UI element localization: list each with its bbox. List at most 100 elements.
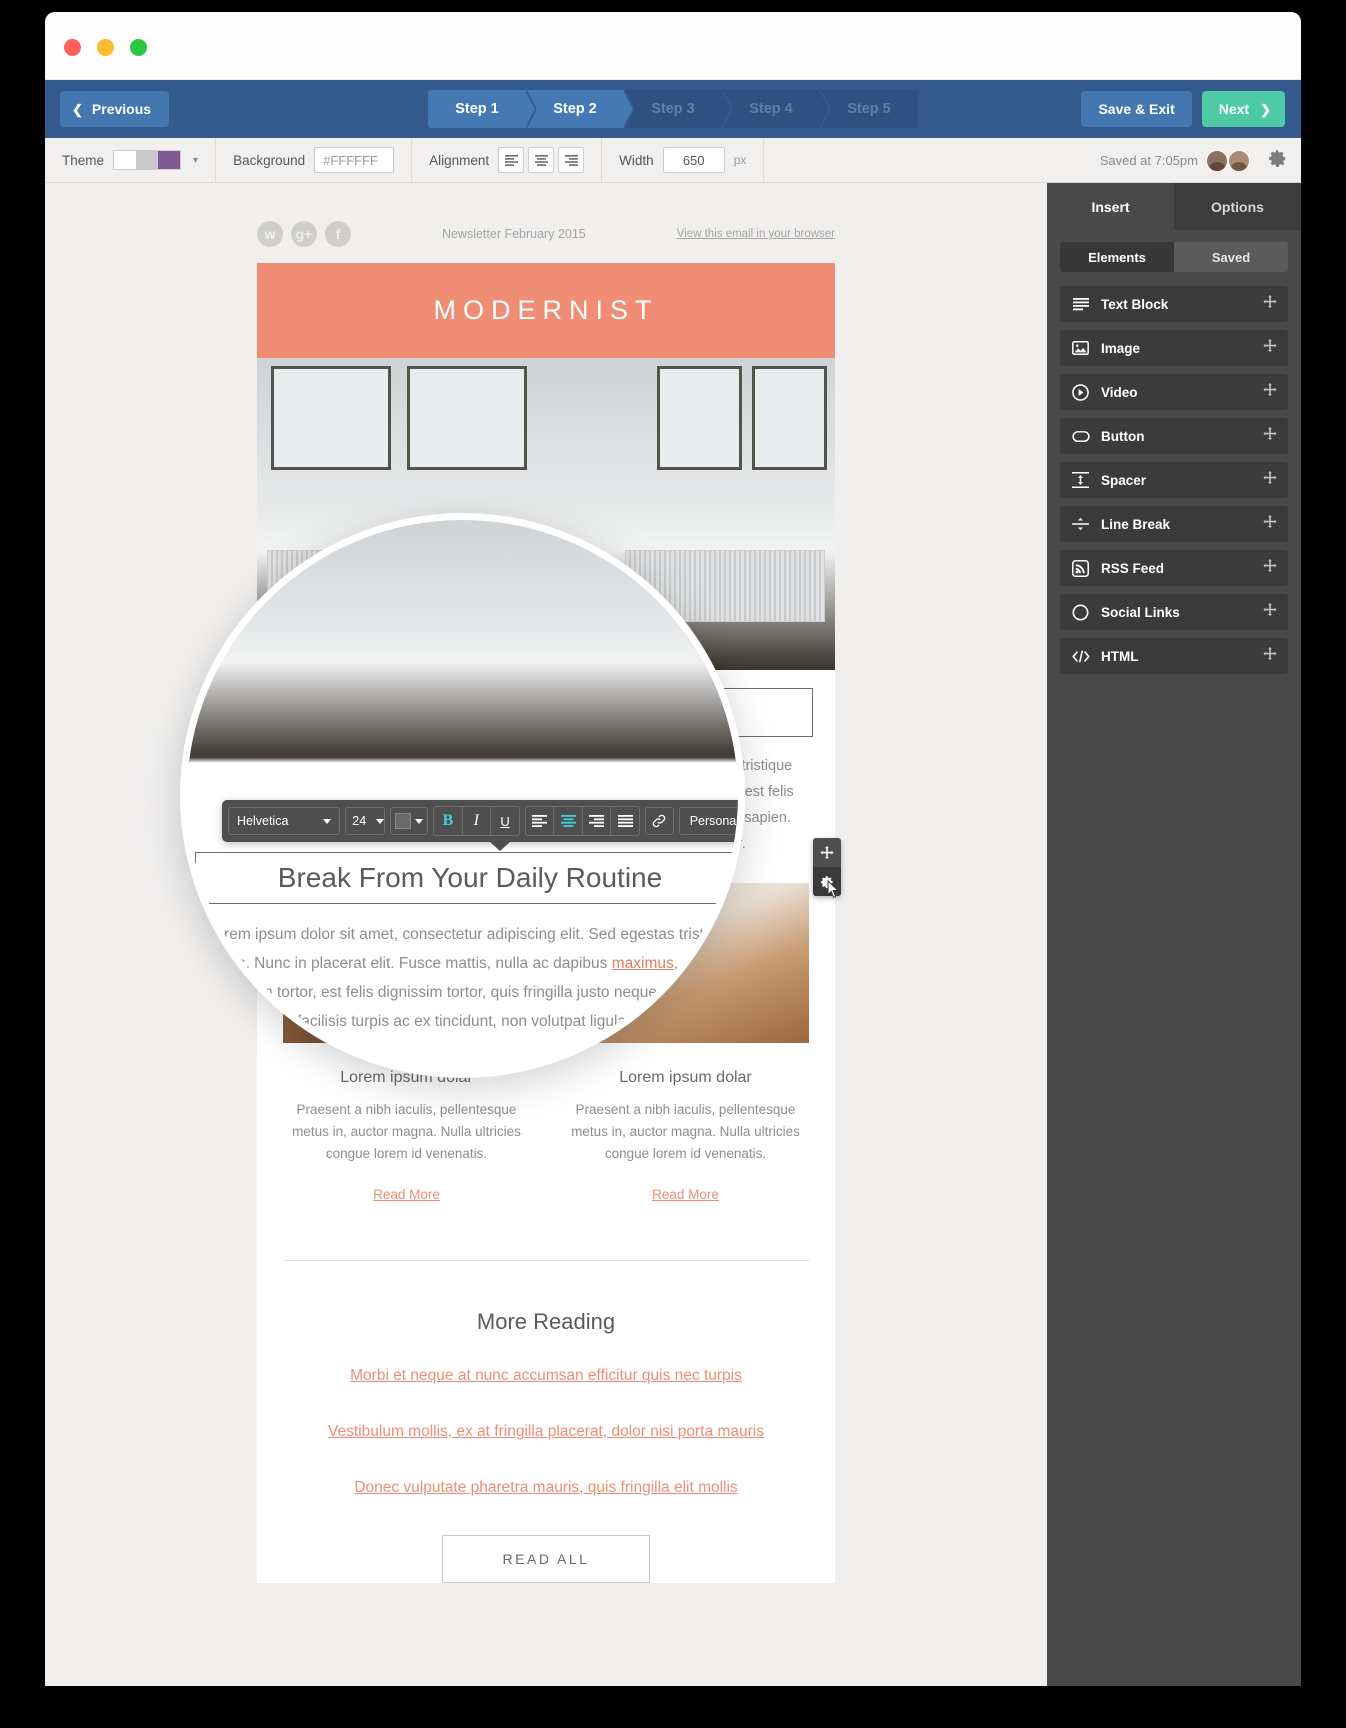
move-handle-icon[interactable] <box>1263 602 1277 622</box>
hero-radiator <box>625 550 825 622</box>
align-center-icon[interactable] <box>528 147 555 173</box>
element-button[interactable]: Button <box>1060 418 1288 454</box>
close-window-button[interactable] <box>64 39 81 56</box>
read-all-button[interactable]: READ ALL <box>442 1535 650 1583</box>
element-rss-feed[interactable]: RSS Feed <box>1060 550 1288 586</box>
save-and-exit-button[interactable]: Save & Exit <box>1081 91 1192 127</box>
element-video[interactable]: Video <box>1060 374 1288 410</box>
wizard-step-5[interactable]: Step 5 <box>820 90 918 128</box>
email-brand-bar[interactable]: MODERNIST <box>257 263 835 358</box>
saved-status: Saved at 7:05pm <box>1099 153 1198 168</box>
column-1-read-more-link[interactable]: Read More <box>283 1187 530 1202</box>
avatar[interactable] <box>1206 149 1228 172</box>
more-reading-link-2[interactable]: Vestibulum mollis, ex at fringilla place… <box>257 1423 835 1441</box>
segment-saved[interactable]: Saved <box>1174 242 1288 272</box>
width-label: Width <box>619 152 654 168</box>
align-left-icon[interactable] <box>498 147 525 173</box>
width-input[interactable]: 650 <box>662 147 725 173</box>
google-plus-icon[interactable]: g+ <box>291 221 317 247</box>
email-preview: w g+ f Newsletter February 2015 View thi… <box>45 183 1047 1583</box>
alignment-label: Alignment <box>429 152 490 168</box>
move-handle-icon[interactable] <box>1263 558 1277 578</box>
minimize-window-button[interactable] <box>97 39 114 56</box>
move-handle-icon[interactable] <box>1263 646 1277 666</box>
wizard-step-1[interactable]: Step 1 <box>428 90 536 128</box>
theme-swatch-2[interactable] <box>136 151 159 169</box>
alignment-buttons <box>498 147 585 173</box>
element-spacer[interactable]: Spacer <box>1060 462 1288 498</box>
chevron-down-icon[interactable]: ▾ <box>193 155 198 166</box>
theme-group: Theme ▾ <box>45 137 217 183</box>
column-2[interactable]: Lorem ipsum dolar Praesent a nibh iaculi… <box>562 883 809 1202</box>
element-image[interactable]: Image <box>1060 330 1288 366</box>
column-2-read-more-link[interactable]: Read More <box>562 1187 809 1202</box>
wizard-step-4[interactable]: Step 4 <box>722 90 830 128</box>
hero-window <box>271 366 391 470</box>
width-group: Width 650 px <box>602 137 765 183</box>
view-in-browser-link[interactable]: View this email in your browser <box>677 228 835 240</box>
background-hex-input[interactable]: #FFFFFF <box>314 147 395 173</box>
move-handle-icon[interactable] <box>813 838 841 867</box>
save-and-exit-label: Save & Exit <box>1098 101 1175 117</box>
move-handle-icon[interactable] <box>1263 514 1277 534</box>
tab-insert[interactable]: Insert <box>1047 183 1174 230</box>
more-reading-link-1[interactable]: Morbi et neque at nunc accumsan efficitu… <box>257 1367 835 1385</box>
step-notch <box>820 90 830 128</box>
previous-button[interactable]: ❮ Previous <box>60 91 170 127</box>
column-2-image[interactable] <box>562 883 809 1043</box>
element-text-block-label: Text Block <box>1101 296 1169 312</box>
more-reading-link-3[interactable]: Donec vulputate pharetra mauris, quis fr… <box>257 1479 835 1497</box>
align-right-icon[interactable] <box>558 147 585 173</box>
background-label: Background <box>233 152 306 168</box>
background-group: Background #FFFFFF <box>216 137 413 183</box>
design-toolbar: Theme ▾ Background #FFFFFF Alignment Wid… <box>45 137 1301 183</box>
play-circle-icon <box>1071 383 1090 401</box>
wizard-step-2[interactable]: Step 2 <box>526 90 634 128</box>
move-handle-icon[interactable] <box>1263 294 1277 314</box>
theme-swatch-picker[interactable] <box>113 150 182 170</box>
hero-image[interactable] <box>257 358 835 670</box>
element-line-break[interactable]: Line Break <box>1060 506 1288 542</box>
column-1-image[interactable] <box>283 883 530 1043</box>
twitter-icon[interactable]: w <box>257 221 283 247</box>
element-html[interactable]: HTML <box>1060 638 1288 674</box>
move-handle-icon[interactable] <box>1263 382 1277 402</box>
lead-inline-link[interactable]: maximus <box>679 784 737 800</box>
theme-swatch-3[interactable] <box>158 151 181 169</box>
move-handle-icon[interactable] <box>1263 338 1277 358</box>
hero-window <box>657 366 742 470</box>
hero-window <box>752 366 827 470</box>
traffic-lights <box>64 39 147 56</box>
tab-options[interactable]: Options <box>1174 183 1301 230</box>
element-social-links[interactable]: Social Links <box>1060 594 1288 630</box>
email-canvas: w g+ f Newsletter February 2015 View thi… <box>45 183 1047 1686</box>
gear-icon[interactable] <box>1268 149 1287 173</box>
element-button-label: Button <box>1101 428 1145 444</box>
move-handle-icon[interactable] <box>1263 470 1277 490</box>
sidebar-tabs: Insert Options <box>1047 183 1301 230</box>
theme-swatch-1[interactable] <box>114 151 137 169</box>
element-text-block[interactable]: Text Block <box>1060 286 1288 322</box>
facebook-icon[interactable]: f <box>325 221 351 247</box>
headline-block[interactable]: Break From Your Daily Routine <box>257 670 835 743</box>
segment-elements[interactable]: Elements <box>1060 242 1174 272</box>
step-notch <box>722 90 732 128</box>
wizard-step-3-label: Step 3 <box>651 101 695 117</box>
element-image-label: Image <box>1101 340 1141 356</box>
column-2-heading: Lorem ipsum dolar <box>619 1069 752 1086</box>
move-handle-icon[interactable] <box>1263 426 1277 446</box>
zoom-window-button[interactable] <box>130 39 147 56</box>
gear-icon[interactable] <box>813 867 841 896</box>
headline-text: Break From Your Daily Routine <box>360 697 732 727</box>
block-controls <box>813 838 841 896</box>
header-actions: Save & Exit Next ❯ <box>1081 91 1285 127</box>
wizard-step-3[interactable]: Step 3 <box>624 90 732 128</box>
email-preheader: w g+ f Newsletter February 2015 View thi… <box>257 221 835 247</box>
spacer-icon <box>1071 472 1090 488</box>
toolbar-status: Saved at 7:05pm <box>1100 138 1301 183</box>
headline-edit-box[interactable]: Break From Your Daily Routine <box>279 688 813 737</box>
column-1[interactable]: Lorem ipsum dolar Praesent a nibh iaculi… <box>283 883 530 1202</box>
lead-paragraph[interactable]: Lorem ipsum dolor sit amet, consectetur … <box>257 743 835 883</box>
avatar[interactable] <box>1228 149 1250 172</box>
next-button[interactable]: Next ❯ <box>1201 91 1285 127</box>
